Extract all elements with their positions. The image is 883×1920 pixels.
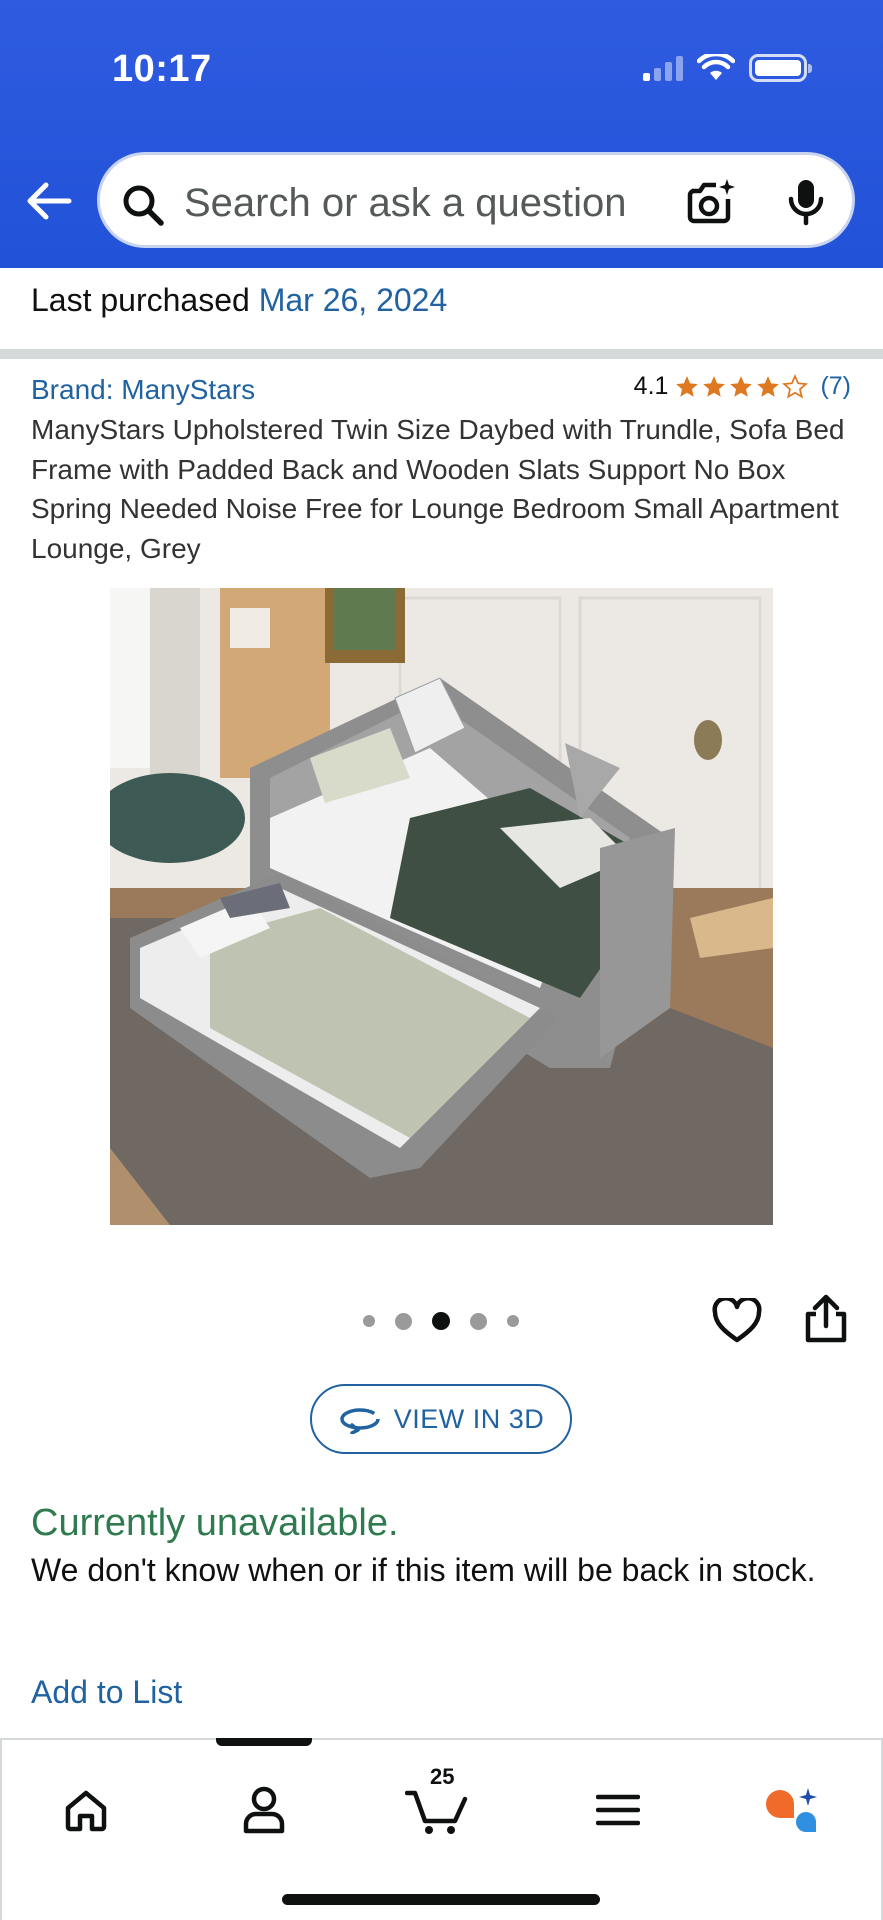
review-count[interactable]: (7) <box>820 372 851 401</box>
search-input[interactable]: Search or ask a question <box>97 152 855 248</box>
view-in-3d-button[interactable]: VIEW IN 3D <box>310 1384 572 1454</box>
carousel-dot[interactable] <box>470 1312 487 1330</box>
rating-number: 4.1 <box>633 372 669 400</box>
brand-link[interactable]: Brand: ManyStars <box>31 374 255 406</box>
carousel-dot[interactable] <box>507 1315 519 1327</box>
last-purchased-date[interactable]: Mar 26, 2024 <box>259 282 448 318</box>
daybed-photo <box>110 588 773 1225</box>
availability-status: Currently unavailable. <box>31 1502 399 1544</box>
nav-home[interactable] <box>46 1770 126 1850</box>
nav-account[interactable] <box>224 1770 304 1850</box>
camera-lens-icon[interactable] <box>686 177 736 225</box>
status-time: 10:17 <box>112 48 212 90</box>
heart-icon[interactable] <box>712 1298 762 1344</box>
app-header: 10:17 Search or ask a question <box>0 0 883 268</box>
active-tab-indicator <box>216 1738 312 1746</box>
cart-count-badge: 25 <box>430 1764 455 1789</box>
microphone-icon[interactable] <box>786 177 826 227</box>
view-in-3d-label: VIEW IN 3D <box>393 1403 545 1434</box>
home-icon <box>65 1790 107 1832</box>
carousel-dot-active[interactable] <box>432 1312 450 1330</box>
home-indicator-bar <box>282 1894 600 1905</box>
availability-message: We don't know when or if this item will … <box>31 1552 816 1588</box>
cart-icon <box>405 1790 468 1834</box>
rating-summary[interactable]: 4.1 (7) <box>634 372 851 401</box>
carousel-dot[interactable] <box>395 1312 412 1330</box>
rufus-assistant-icon <box>766 1788 817 1832</box>
share-icon[interactable] <box>804 1294 848 1344</box>
status-icons <box>643 54 812 82</box>
star-full-icon <box>703 375 726 397</box>
battery-icon <box>749 54 812 82</box>
menu-icon <box>596 1794 640 1826</box>
wifi-icon <box>697 54 735 80</box>
back-arrow-icon <box>27 182 72 220</box>
product-image[interactable] <box>110 588 773 1225</box>
product-title: ManyStars Upholstered Twin Size Daybed w… <box>31 414 845 564</box>
star-full-icon <box>757 375 780 397</box>
section-divider <box>0 349 883 359</box>
star-empty-icon <box>782 373 809 399</box>
nav-rufus[interactable] <box>752 1770 832 1850</box>
last-purchased-label: Last purchased <box>31 282 250 318</box>
back-button[interactable] <box>24 176 74 226</box>
cellular-signal-icon <box>643 55 683 81</box>
bottom-navigation: 25 <box>0 1738 883 1920</box>
rotate-3d-icon <box>339 1408 380 1434</box>
search-icon <box>123 185 164 226</box>
image-carousel-dots[interactable] <box>363 1312 519 1330</box>
last-purchased-row: Last purchased Mar 26, 2024 <box>31 282 447 319</box>
add-to-list-link[interactable]: Add to List <box>31 1674 182 1711</box>
star-rating <box>674 373 809 400</box>
account-icon <box>243 1786 285 1834</box>
star-full-icon <box>676 375 699 397</box>
nav-menu[interactable] <box>578 1770 658 1850</box>
search-placeholder: Search or ask a question <box>184 181 627 225</box>
star-full-icon <box>730 375 753 397</box>
carousel-dot[interactable] <box>363 1315 375 1327</box>
